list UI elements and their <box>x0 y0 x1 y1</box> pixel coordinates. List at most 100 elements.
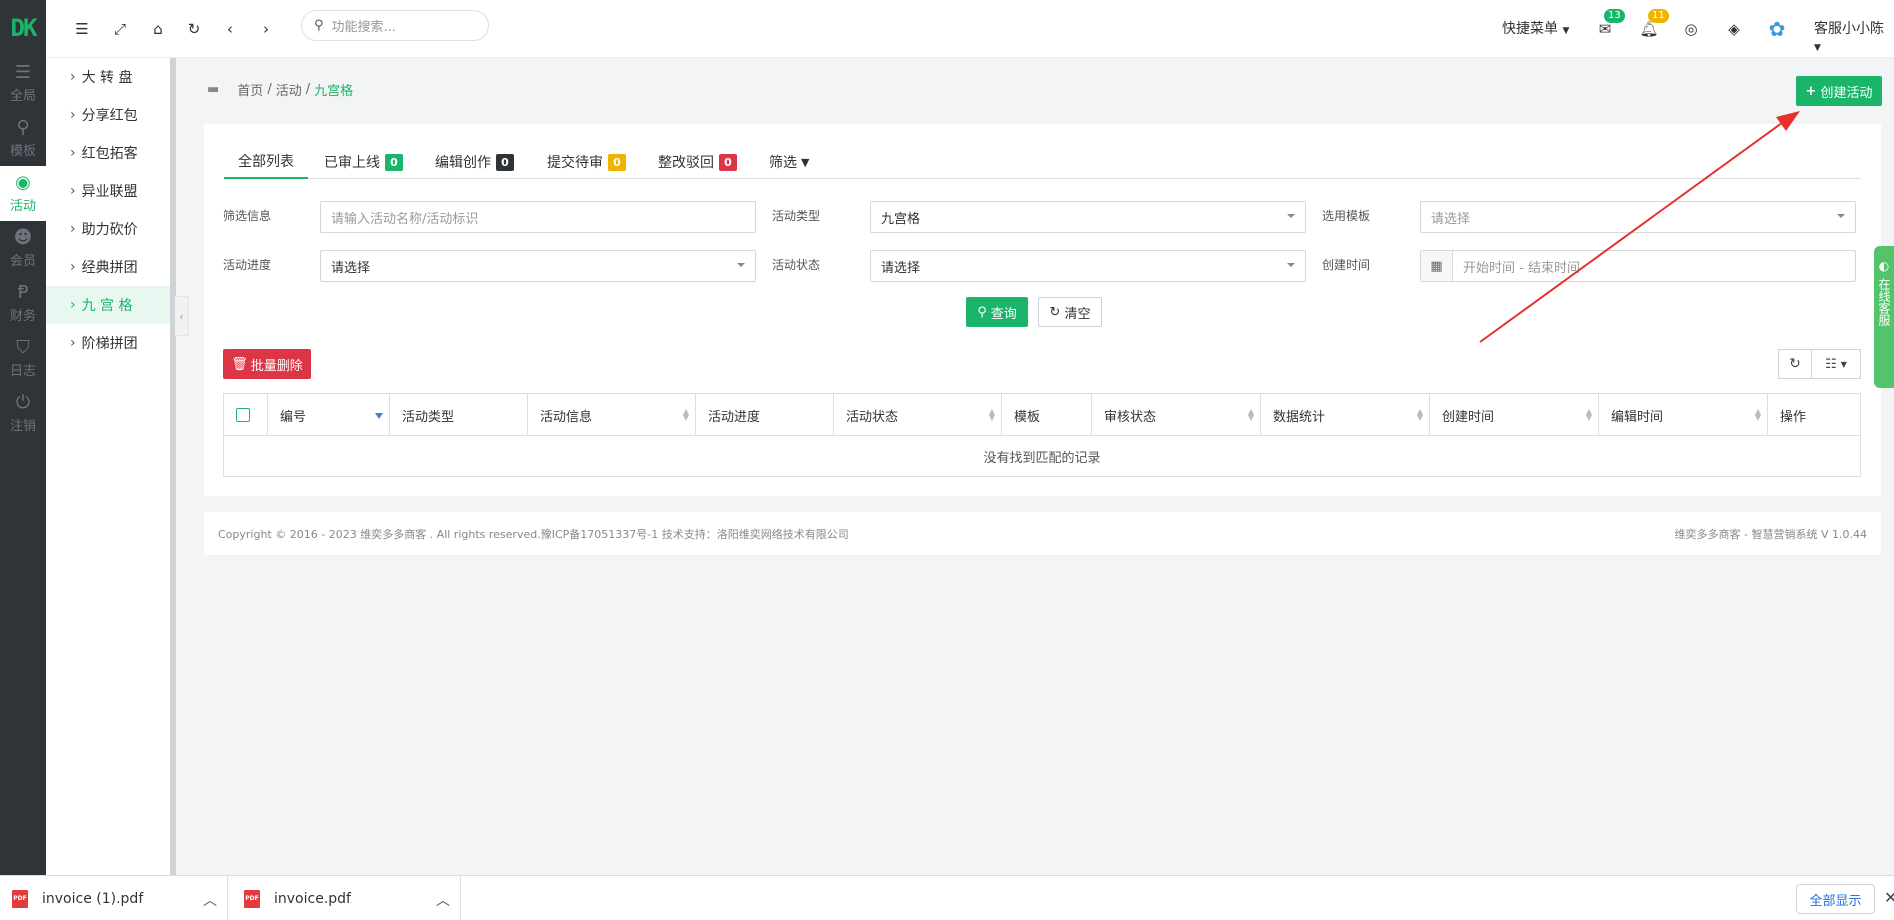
chevron-right-icon: › <box>70 107 76 123</box>
filter-created-range[interactable]: ▦ 开始时间 - 结束时间 <box>1420 250 1856 282</box>
chevron-right-icon: › <box>70 69 76 85</box>
show-all-downloads-button[interactable]: 全部显示 <box>1796 884 1875 914</box>
user-menu-dropdown[interactable]: 客服小小陈 ▼ <box>1814 18 1894 54</box>
download-item[interactable]: PDF invoice (1).pdf ︿ <box>0 876 228 920</box>
tab-label: 全部列表 <box>238 154 294 170</box>
page-footer: Copyright © 2016 - 2023 维奕多多商客 . All rig… <box>204 512 1881 555</box>
filter-type-value: 九宫格 <box>881 211 921 227</box>
create-activity-button[interactable]: + 创建活动 <box>1796 76 1882 106</box>
rail-item-member[interactable]: ☻ 会员 <box>0 221 46 276</box>
trash-icon: 🗑︎ <box>231 356 248 372</box>
rail-item-finance[interactable]: Ᵽ 财务 <box>0 276 46 331</box>
sidebar-item-dazhuanpan[interactable]: › 大 转 盘 <box>46 58 170 96</box>
sidebar-scrollbar[interactable] <box>170 58 176 875</box>
filter-type-select[interactable]: 九宫格 <box>870 201 1306 233</box>
chevron-right-icon: › <box>70 183 76 199</box>
tab-editing[interactable]: 编辑创作 0 <box>435 145 514 179</box>
sidebar-item-nine-grid[interactable]: › 九 宫 格 <box>46 286 170 324</box>
column-header-stats[interactable]: 数据统计 ▲ ▼ <box>1261 394 1430 436</box>
sidebar-item-bargain[interactable]: › 助力砍价 <box>46 210 170 248</box>
table-refresh-button[interactable]: ↻ <box>1778 349 1812 379</box>
filter-progress-label: 活动进度 <box>223 258 272 272</box>
column-header-info[interactable]: 活动信息 ▲ ▼ <box>528 394 696 436</box>
quick-menu-dropdown[interactable]: 快捷菜单 ▼ <box>1502 18 1569 38</box>
rail-item-activity[interactable]: ◉ 活动 <box>0 166 46 221</box>
sidebar-collapse-button[interactable]: ‹ <box>175 296 189 336</box>
tab-rejected[interactable]: 整改驳回 0 <box>658 145 737 179</box>
sidebar-menu: › 大 转 盘 › 分享红包 › 红包拓客 › 异业联盟 › 助力砍价 › 经典拼团 › 九 … <box>46 58 170 875</box>
column-label: 活动进度 <box>708 409 761 425</box>
caret-down-icon <box>1837 214 1845 218</box>
rail-item-template[interactable]: ⚲ 模板 <box>0 111 46 166</box>
clear-button[interactable]: ↻ 清空 <box>1038 297 1102 327</box>
version-text: 维奕多多商客 - 智慧营销系统 V 1.0.44 <box>1674 527 1867 541</box>
sidebar-item-classic-group[interactable]: › 经典拼团 <box>46 248 170 286</box>
pocket-icon[interactable]: ◈ <box>1723 18 1745 40</box>
sidebar-item-ladder-group[interactable]: › 阶梯拼团 <box>46 324 170 362</box>
avatar[interactable]: ✿ <box>1766 17 1788 41</box>
download-item[interactable]: PDF invoice.pdf ︿ <box>228 876 461 920</box>
tab-label: 提交待审 <box>547 155 603 171</box>
shield-icon: ⛉ <box>16 336 30 358</box>
sidebar-item-label: 异业联盟 <box>81 184 138 200</box>
sort-icon: ▲ ▼ <box>1247 407 1254 422</box>
tab-approved-online[interactable]: 已审上线 0 <box>324 145 403 179</box>
filter-template-select[interactable]: 请选择 <box>1420 201 1856 233</box>
chevron-up-icon[interactable]: ︿ <box>436 890 450 910</box>
function-search-input[interactable]: ⚲ 功能搜索... <box>301 10 489 41</box>
close-icon[interactable]: ✕ <box>1884 888 1894 907</box>
rail-item-log[interactable]: ⛉ 日志 <box>0 331 46 386</box>
sidebar-item-redpack-tuoke[interactable]: › 红包拓客 <box>46 134 170 172</box>
refresh-icon[interactable]: ↻ <box>183 18 205 40</box>
back-icon[interactable]: ‹ <box>219 18 241 40</box>
rail-item-label: 注销 <box>9 418 36 434</box>
column-label: 活动信息 <box>540 409 593 425</box>
home-icon[interactable]: ⌂ <box>147 18 169 40</box>
column-header-status[interactable]: 活动状态 ▲ ▼ <box>834 394 1002 436</box>
sort-desc-icon <box>375 413 383 419</box>
batch-delete-button[interactable]: 🗑︎ 批量删除 <box>223 349 311 379</box>
rail-item-logout[interactable]: ⏻ 注销 <box>0 386 46 441</box>
caret-down-icon <box>1287 263 1295 267</box>
column-label: 操作 <box>1780 409 1807 425</box>
filter-status-select[interactable]: 请选择 <box>870 250 1306 282</box>
sidebar-item-label: 九 宫 格 <box>81 298 133 314</box>
forward-icon[interactable]: › <box>255 18 277 40</box>
refresh-icon: ↻ <box>1049 304 1061 320</box>
folder-icon: ▬ <box>207 82 220 97</box>
breadcrumb-parent[interactable]: 活动 <box>276 80 302 99</box>
caret-down-icon: ▼ <box>1840 359 1847 369</box>
column-header-review[interactable]: 审核状态 ▲ ▼ <box>1092 394 1261 436</box>
breadcrumb-home[interactable]: 首页 <box>237 80 263 99</box>
columns-toggle-button[interactable]: ☷ ▼ <box>1812 349 1861 379</box>
rail-item-global[interactable]: ☰ 全局 <box>0 56 46 111</box>
column-header-created[interactable]: 创建时间 ▲ ▼ <box>1430 394 1599 436</box>
chevron-right-icon: › <box>70 259 76 275</box>
column-header-id[interactable]: 编号 <box>268 394 390 436</box>
main-panel: 全部列表 已审上线 0 编辑创作 0 提交待审 0 整改驳回 0 筛选 ▼ 筛选… <box>204 124 1881 496</box>
tab-filter[interactable]: 筛选 ▼ <box>769 145 809 179</box>
select-all-checkbox[interactable] <box>236 408 250 422</box>
user-circle-icon[interactable]: ◎ <box>1680 18 1702 40</box>
column-header-edited[interactable]: 编辑时间 ▲ ▼ <box>1599 394 1768 436</box>
caret-down-icon <box>1287 214 1295 218</box>
pdf-file-icon: PDF <box>244 889 260 908</box>
tab-pending-review[interactable]: 提交待审 0 <box>547 145 626 179</box>
chevron-up-icon[interactable]: ︿ <box>203 890 217 910</box>
activity-table: 编号 活动类型 活动信息 ▲ ▼ 活动进度 活动状态 ▲ ▼ 模板 审核状态 ▲… <box>223 393 1861 477</box>
tab-count-badge: 0 <box>608 153 626 171</box>
online-service-tab[interactable]: ◐ 在线客服 <box>1874 246 1894 388</box>
filter-info-input[interactable]: 请输入活动名称/活动标识 <box>320 201 756 233</box>
tab-all[interactable]: 全部列表 <box>224 145 308 179</box>
sidebar-item-label: 助力砍价 <box>81 222 138 238</box>
sidebar-item-alliance[interactable]: › 异业联盟 <box>46 172 170 210</box>
table-header: 编号 活动类型 活动信息 ▲ ▼ 活动进度 活动状态 ▲ ▼ 模板 审核状态 ▲… <box>224 394 1860 436</box>
query-button[interactable]: ⚲ 查询 <box>966 297 1028 327</box>
sidebar-item-label: 经典拼团 <box>81 260 138 276</box>
sidebar-item-share-redpack[interactable]: › 分享红包 <box>46 96 170 134</box>
filter-progress-select[interactable]: 请选择 <box>320 250 756 282</box>
quick-menu-label: 快捷菜单 <box>1502 21 1558 37</box>
sidebar-item-label: 阶梯拼团 <box>81 336 138 352</box>
fullscreen-icon[interactable]: ⤢ <box>109 18 131 40</box>
menu-toggle-icon[interactable]: ☰ <box>71 18 93 40</box>
